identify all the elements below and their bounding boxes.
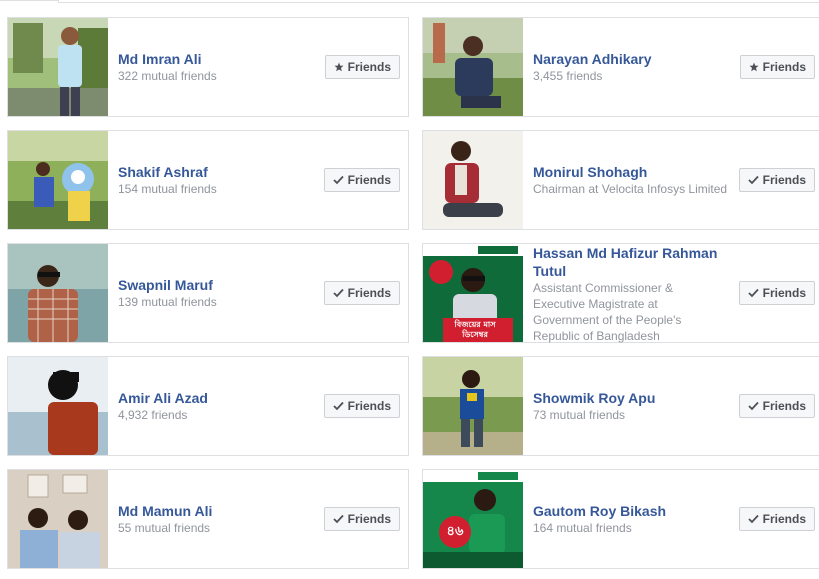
friend-card: Amir Ali Azad 4,932 friends Friends [7,356,409,456]
friend-card: ৪৬ Gautom Roy Bikash 164 mutual friends … [422,469,819,569]
check-icon [333,175,344,185]
friends-button[interactable]: Friends [738,394,815,418]
star-icon [334,62,344,72]
friend-subtitle: 164 mutual friends [533,521,632,535]
friends-button[interactable]: Friends [324,55,400,79]
photo-number-text: ৪৬ [446,524,464,539]
check-icon [333,514,344,524]
friend-info: Hassan Md Hafizur Rahman Tutul Assistant… [533,244,733,343]
profile-photo[interactable] [8,244,108,342]
friend-card: বিজয়ের মাস ডিসেম্বর Hassan Md Hafizur R… [422,243,819,343]
friend-card: Md Imran Ali 322 mutual friends Friends [7,17,409,117]
profile-photo[interactable]: ৪৬ [423,470,523,568]
friend-subtitle: Assistant Commissioner & Executive Magis… [533,281,682,343]
star-icon [749,62,759,72]
friend-subtitle: 73 mutual friends [533,408,626,422]
friend-name[interactable]: Shakif Ashraf [118,163,318,181]
friend-subtitle: 139 mutual friends [118,295,217,309]
check-icon [748,401,759,411]
friend-card: Swapnil Maruf 139 mutual friends Friends [7,243,409,343]
friend-card: Md Mamun Ali 55 mutual friends Friends [7,469,409,569]
friend-name[interactable]: Narayan Adhikary [533,50,733,68]
top-divider [0,0,819,3]
friend-name[interactable]: Amir Ali Azad [118,389,318,407]
friends-button[interactable]: Friends [323,507,400,531]
friend-card: Shakif Ashraf 154 mutual friends Friends [7,130,409,230]
friends-button-label: Friends [347,286,391,300]
friends-button[interactable]: Friends [323,394,400,418]
friend-name[interactable]: Md Mamun Ali [118,502,318,520]
friends-button-label: Friends [762,60,806,74]
friend-card: Showmik Roy Apu 73 mutual friends Friend… [422,356,819,456]
friend-name[interactable]: Showmik Roy Apu [533,389,733,407]
friends-button-label: Friends [347,399,391,413]
friend-info: Amir Ali Azad 4,932 friends [118,357,318,455]
friend-info: Shakif Ashraf 154 mutual friends [118,131,318,229]
check-icon [748,288,759,298]
friend-info: Gautom Roy Bikash 164 mutual friends [533,470,733,568]
friend-subtitle: 154 mutual friends [118,182,217,196]
friends-button-label: Friends [347,512,391,526]
profile-photo[interactable] [423,18,523,116]
friend-card: Monirul Shohagh Chairman at Velocita Inf… [422,130,819,230]
photo-banner-text: বিজয়ের মাস ডিসেম্বর [454,320,496,339]
profile-photo[interactable] [8,357,108,455]
check-icon [333,401,344,411]
friends-button[interactable]: Friends [323,168,400,192]
friends-button[interactable]: Friends [739,55,815,79]
friend-name[interactable]: Hassan Md Hafizur Rahman Tutul [533,244,733,280]
friends-button-label: Friends [347,173,391,187]
friend-info: Swapnil Maruf 139 mutual friends [118,244,318,342]
friends-button-label: Friends [762,512,806,526]
friend-name[interactable]: Md Imran Ali [118,50,318,68]
friend-subtitle: Chairman at Velocita Infosys Limited [533,182,728,196]
check-icon [333,288,344,298]
friend-info: Showmik Roy Apu 73 mutual friends [533,357,733,455]
friends-button[interactable]: Friends [323,281,400,305]
profile-photo[interactable] [423,131,523,229]
profile-photo[interactable] [8,470,108,568]
friend-subtitle: 55 mutual friends [118,521,211,535]
friend-info: Monirul Shohagh Chairman at Velocita Inf… [533,131,733,229]
friend-subtitle: 4,932 friends [118,408,188,422]
friend-subtitle: 322 mutual friends [118,69,217,83]
profile-photo[interactable] [8,18,108,116]
friend-subtitle: 3,455 friends [533,69,603,83]
check-icon [748,175,759,185]
check-icon [748,514,759,524]
profile-photo[interactable] [8,131,108,229]
friend-name[interactable]: Gautom Roy Bikash [533,502,733,520]
profile-photo[interactable]: বিজয়ের মাস ডিসেম্বর [423,244,523,342]
friends-button[interactable]: Friends [738,507,815,531]
friends-button[interactable]: Friends [738,168,815,192]
profile-photo[interactable] [423,357,523,455]
friends-button[interactable]: Friends [738,281,815,305]
friends-button-label: Friends [762,286,806,300]
friends-button-label: Friends [762,399,806,413]
friend-info: Md Mamun Ali 55 mutual friends [118,470,318,568]
friend-info: Narayan Adhikary 3,455 friends [533,18,733,116]
friends-button-label: Friends [347,60,391,74]
friend-info: Md Imran Ali 322 mutual friends [118,18,318,116]
friends-button-label: Friends [762,173,806,187]
friend-name[interactable]: Monirul Shohagh [533,163,733,181]
friend-card: Narayan Adhikary 3,455 friends Friends [422,17,819,117]
friend-name[interactable]: Swapnil Maruf [118,276,318,294]
